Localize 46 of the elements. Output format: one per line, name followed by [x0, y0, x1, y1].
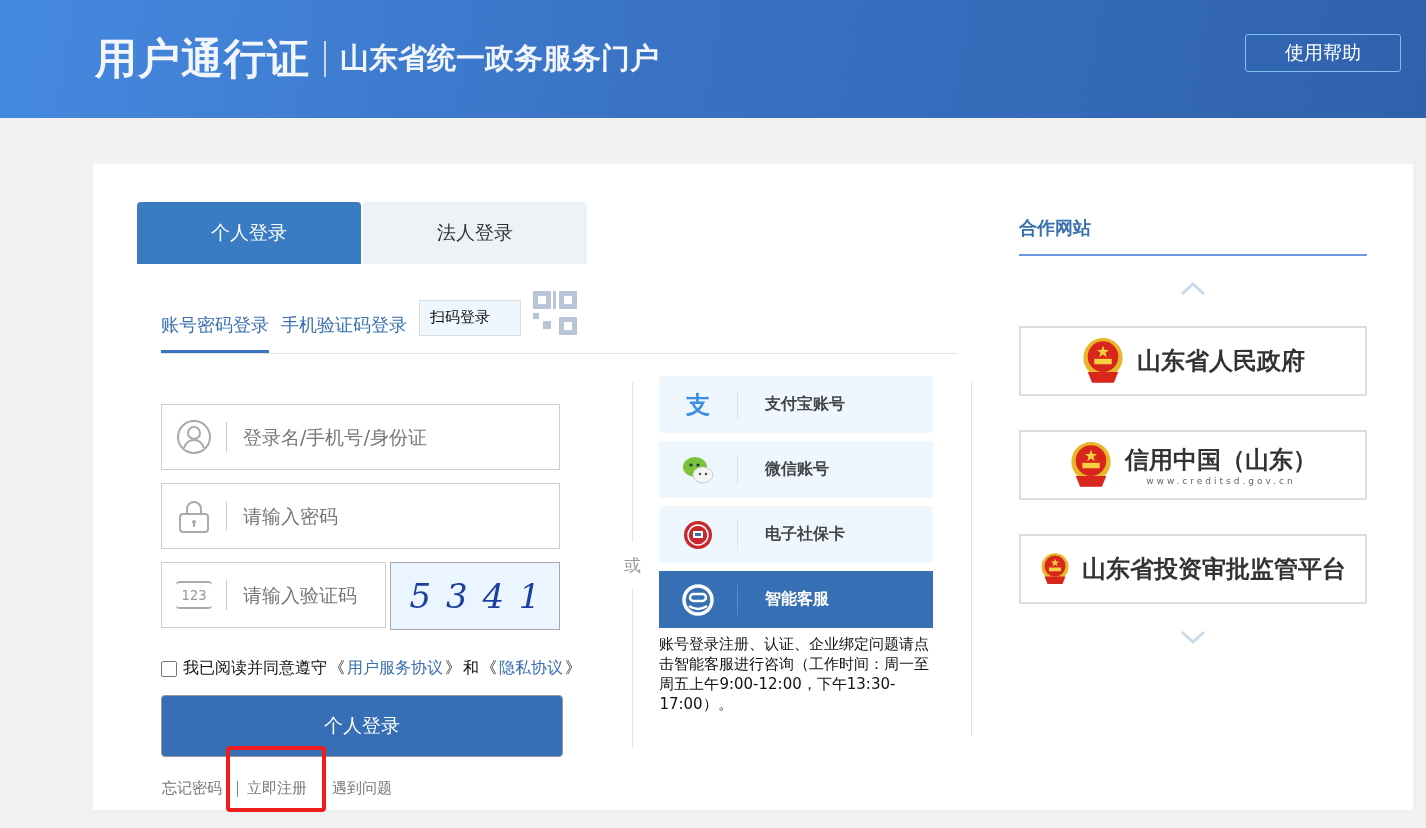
- input-field[interactable]: 请输入密码: [161, 483, 560, 549]
- partners-heading: 合作网站: [1019, 216, 1367, 256]
- third-party-login-button[interactable]: 支 支付宝账号: [659, 376, 934, 433]
- badge-icon: [683, 519, 714, 550]
- partner-link[interactable]: 信用中国（山东） www.creditsd.gov.cn: [1019, 430, 1367, 500]
- service-agreement-link[interactable]: 用户服务协议: [347, 658, 443, 679]
- bracket-text: 》: [565, 658, 581, 679]
- privacy-link[interactable]: 隐私协议: [499, 658, 563, 679]
- help-button[interactable]: 使用帮助: [1245, 34, 1401, 72]
- chevron-up-icon[interactable]: [1180, 282, 1206, 296]
- bracket-text: 》: [445, 658, 461, 679]
- or-label: 或: [624, 553, 642, 577]
- login-tab[interactable]: 个人登录: [137, 202, 361, 264]
- qr-code-icon[interactable]: [533, 290, 577, 335]
- emblem-icon: [1040, 552, 1070, 586]
- input-field[interactable]: 123 请输入验证码: [161, 562, 386, 628]
- site-subtitle: 山东省统一政务服务门户: [340, 40, 659, 77]
- site-title: 用户通行证: [95, 33, 310, 85]
- joiner-text: 和: [463, 658, 479, 679]
- third-party-login-button[interactable]: 电子社保卡: [659, 506, 934, 563]
- footer-link[interactable]: 遇到问题: [331, 779, 393, 797]
- partner-link[interactable]: 山东省投资审批监管平台: [1019, 534, 1367, 604]
- footer-link[interactable]: 忘记密码: [161, 779, 223, 797]
- emblem-icon: [1081, 337, 1125, 385]
- user-icon: [176, 419, 212, 455]
- lock-icon: [176, 498, 212, 534]
- input-field[interactable]: 登录名/手机号/身份证: [161, 404, 560, 470]
- captcha-image[interactable]: 5 3 4 1: [390, 562, 560, 630]
- chevron-down-icon[interactable]: [1180, 630, 1206, 644]
- method-tab[interactable]: 手机验证码登录: [281, 296, 407, 353]
- bracket-text: 《: [481, 658, 497, 679]
- third-party-login-button[interactable]: 智能客服: [659, 571, 934, 628]
- footer-link[interactable]: 立即注册: [246, 779, 308, 797]
- agreement-text: 我已阅读并同意遵守: [183, 658, 327, 679]
- robot-face-icon: [681, 582, 716, 617]
- third-party-login-button[interactable]: 微信账号: [659, 441, 934, 498]
- login-tab[interactable]: 法人登录: [363, 202, 587, 264]
- method-tab[interactable]: 扫码登录: [419, 299, 521, 336]
- alipay-icon: 支: [686, 388, 711, 421]
- login-button[interactable]: 个人登录: [161, 695, 563, 757]
- method-tab[interactable]: 账号密码登录: [161, 296, 269, 353]
- partner-link[interactable]: 山东省人民政府: [1019, 326, 1367, 396]
- agree-checkbox[interactable]: [161, 660, 177, 677]
- service-note: 账号登录注册、认证、企业绑定问题请点击智能客服进行咨询（工作时间：周一至周五上午9:00-12:00，下午13:30-17:00）。: [659, 634, 931, 714]
- bracket-text: 《: [329, 658, 345, 679]
- emblem-icon: [1069, 441, 1113, 489]
